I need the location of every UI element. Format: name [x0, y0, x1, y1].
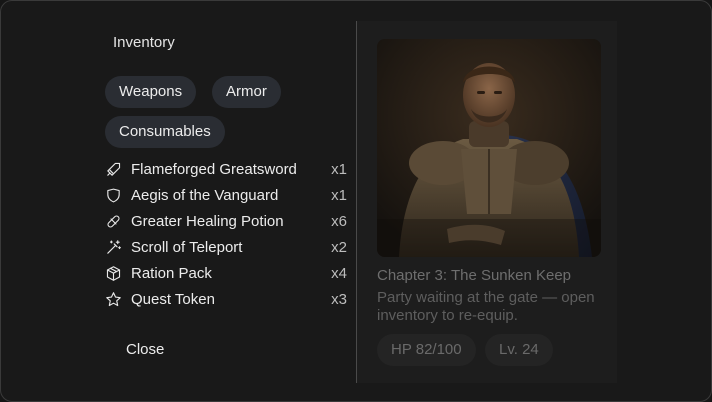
sword-icon: [104, 160, 122, 178]
item-name: Quest Token: [131, 290, 215, 308]
item-name: Aegis of the Vanguard: [131, 186, 279, 204]
inventory-item[interactable]: Flameforged Greatsword x1: [104, 156, 349, 182]
item-name: Ration Pack: [131, 264, 212, 282]
item-quantity: x1: [331, 160, 347, 178]
scene-panel: Chapter 3: The Sunken Keep Party waiting…: [357, 21, 617, 383]
close-button[interactable]: Close: [113, 334, 177, 366]
inventory-item[interactable]: Scroll of Teleport x2: [104, 234, 349, 260]
item-quantity: x4: [331, 264, 347, 282]
inventory-item[interactable]: Aegis of the Vanguard x1: [104, 182, 349, 208]
hp-badge: HP 82/100: [377, 334, 476, 366]
inventory-list: Flameforged Greatsword x1 Aegis of the V…: [104, 156, 349, 312]
potion-icon: [104, 212, 122, 230]
inventory-item[interactable]: Ration Pack x4: [104, 260, 349, 286]
item-name: Flameforged Greatsword: [131, 160, 297, 178]
item-quantity: x3: [331, 290, 347, 308]
shield-icon: [104, 186, 122, 204]
scene-description: Party waiting at the gate — open invento…: [377, 289, 595, 324]
filter-consumables-chip[interactable]: Consumables: [105, 116, 225, 148]
star-icon: [104, 290, 122, 308]
inventory-title: Inventory: [113, 34, 175, 51]
item-name: Greater Healing Potion: [131, 212, 284, 230]
item-quantity: x1: [331, 186, 347, 204]
item-quantity: x6: [331, 212, 347, 230]
magic-wand-icon: [104, 238, 122, 256]
inventory-item[interactable]: Quest Token x3: [104, 286, 349, 312]
item-quantity: x2: [331, 238, 347, 256]
package-icon: [104, 264, 122, 282]
knight-portrait: [377, 39, 601, 257]
filter-armor-chip[interactable]: Armor: [212, 76, 281, 108]
inventory-item[interactable]: Greater Healing Potion x6: [104, 208, 349, 234]
filter-weapons-chip[interactable]: Weapons: [105, 76, 197, 108]
game-window: Inventory Weapons Armor Consumables Flam…: [0, 0, 712, 402]
chapter-title: Chapter 3: The Sunken Keep: [377, 267, 572, 284]
item-name: Scroll of Teleport: [131, 238, 243, 256]
level-badge: Lv. 24: [485, 334, 553, 366]
